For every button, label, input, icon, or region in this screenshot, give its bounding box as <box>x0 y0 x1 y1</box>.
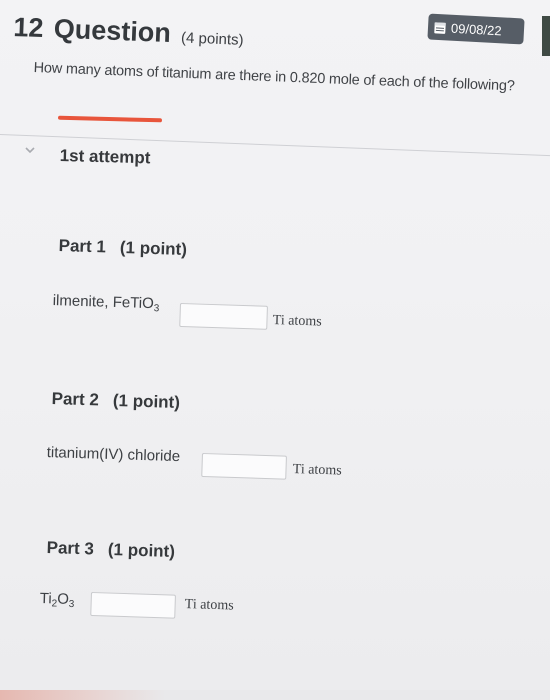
part-2-name: Part 2 <box>51 389 100 410</box>
attempt-label[interactable]: 1st attempt <box>59 146 151 168</box>
date-text: 09/08/22 <box>450 20 502 38</box>
part-1-label-subscript: 3 <box>153 303 160 315</box>
part-3-points: (1 point) <box>107 539 176 562</box>
chevron-down-icon[interactable] <box>23 143 37 157</box>
part-3-title: Part 3 (1 point) <box>46 538 175 562</box>
part-3-label-ti: Ti <box>39 590 52 608</box>
part-2-label: titanium(IV) chloride <box>46 444 181 466</box>
part-3-answer-input[interactable] <box>90 592 176 619</box>
date-badge: 09/08/22 <box>427 13 525 45</box>
part-1-label: ilmenite, FeTiO3 <box>52 292 159 314</box>
question-number: 12 <box>12 12 45 44</box>
accent-underline <box>57 115 163 123</box>
question-word: Question <box>53 13 172 49</box>
part-1-name: Part 1 <box>58 236 107 257</box>
part-3-name: Part 3 <box>46 538 95 559</box>
bottom-edge <box>0 690 550 700</box>
part-2-title: Part 2 (1 point) <box>51 389 180 413</box>
part-3-unit: Ti atoms <box>184 597 234 614</box>
part-3-label: Ti2O3 <box>39 590 74 610</box>
question-points: (4 points) <box>180 29 244 49</box>
part-1-answer-input[interactable] <box>179 303 268 330</box>
calendar-icon <box>434 21 446 34</box>
part-1-unit: Ti atoms <box>272 313 322 330</box>
part-3-label-subscript-2: 3 <box>68 598 75 611</box>
part-2-answer-input[interactable] <box>201 453 287 480</box>
part-1-label-text: ilmenite, FeTiO <box>52 292 155 313</box>
part-2-unit: Ti atoms <box>292 462 342 479</box>
part-3-label-o: O <box>56 590 70 608</box>
question-text: How many atoms of titanium are there in … <box>33 60 515 95</box>
question-title: 12 Question (4 points) <box>13 12 245 52</box>
part-1-title: Part 1 (1 point) <box>58 236 187 260</box>
part-2-points: (1 point) <box>112 390 181 413</box>
part-1-points: (1 point) <box>119 237 188 260</box>
question-page: 09/08/22 12 Question (4 points) How many… <box>0 0 550 700</box>
screen-edge <box>542 16 550 56</box>
